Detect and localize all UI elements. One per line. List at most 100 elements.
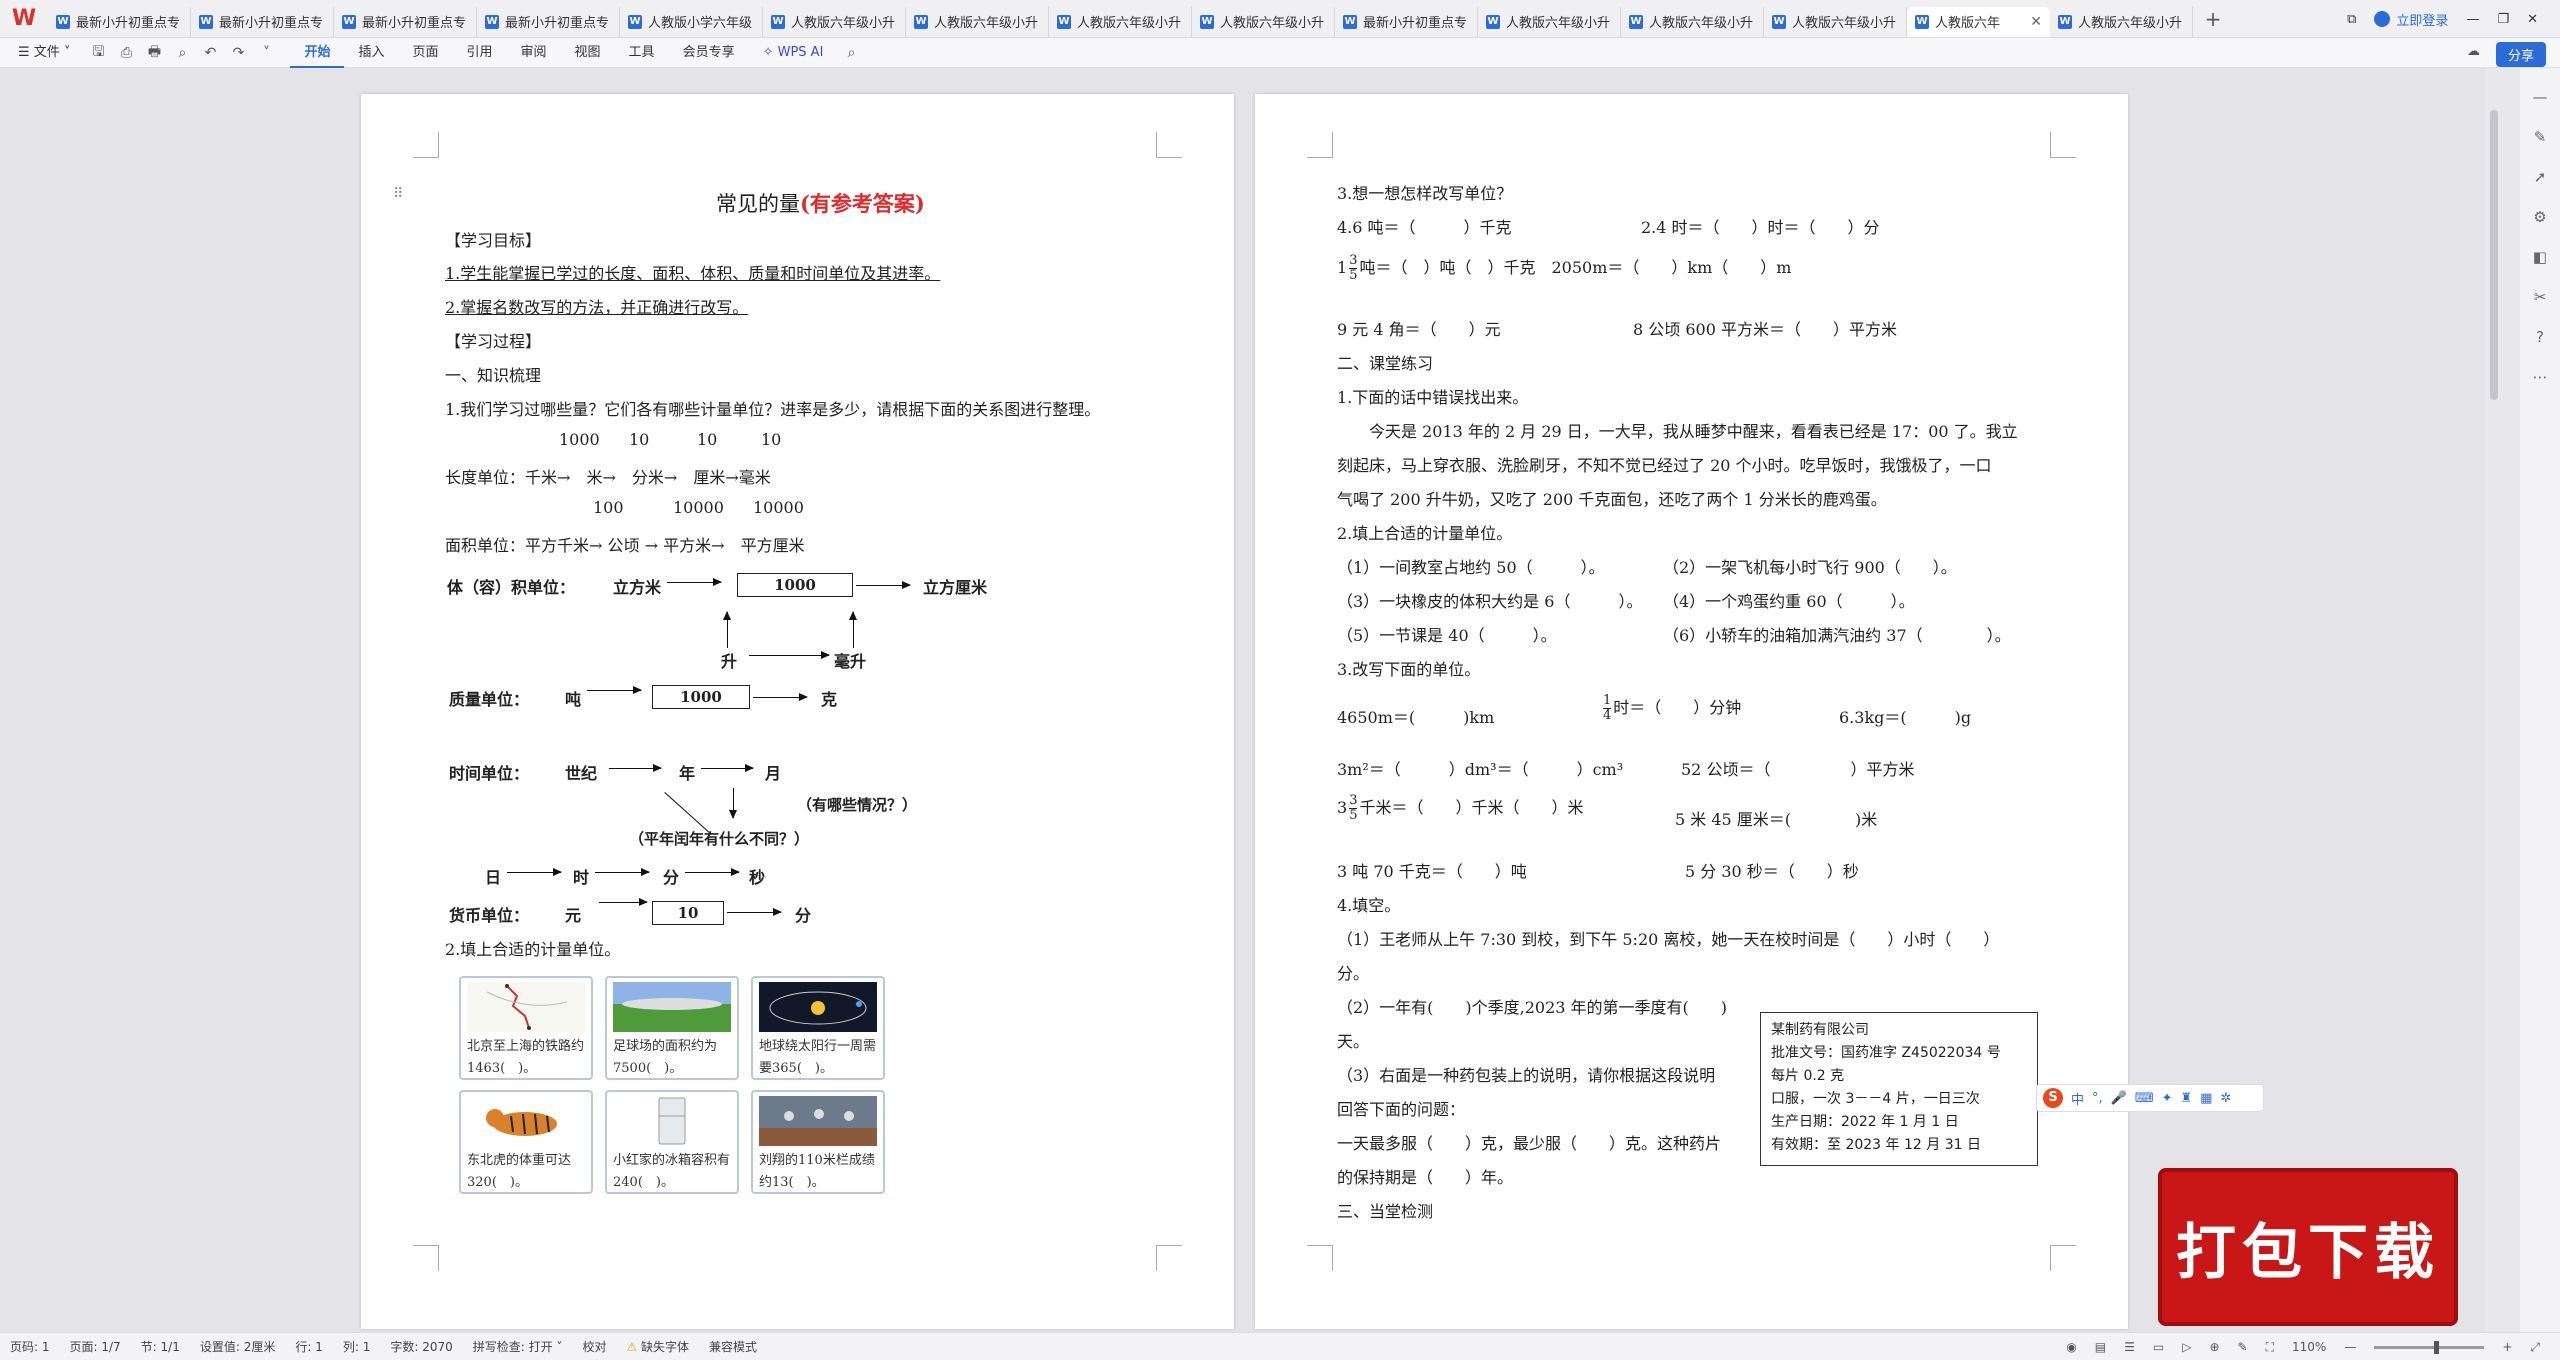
zoom-in-icon[interactable]: + bbox=[2502, 1340, 2512, 1354]
download-banner[interactable]: 打包下载 bbox=[2158, 1168, 2458, 1326]
ribbon-tabs: 开始 插入 页面 引用 审阅 视图 工具 会员专享 bbox=[290, 38, 748, 68]
ribbon-tab[interactable]: 开始 bbox=[290, 38, 345, 68]
question-1: 1.我们学习过哪些量？它们各有哪些计量单位？进率是多少，请根据下面的关系图进行整… bbox=[445, 400, 1101, 419]
word-doc-icon: W bbox=[485, 14, 499, 29]
picture-card: 地球绕太阳行一周需要365( )。 bbox=[751, 976, 885, 1080]
window-layout-icon[interactable]: ⧉ bbox=[2347, 12, 2356, 27]
zoom-slider-handle[interactable] bbox=[2434, 1340, 2440, 1354]
mass-from: 吨 bbox=[565, 690, 582, 709]
collapse-icon[interactable]: — bbox=[2533, 88, 2548, 106]
card-text: 地球绕太阳行一周需要365( )。 bbox=[759, 1039, 877, 1076]
ribbon-tab[interactable]: 引用 bbox=[453, 38, 507, 68]
login-button[interactable]: 立即登录 bbox=[2374, 10, 2448, 29]
write-view-icon[interactable]: ✎ bbox=[2238, 1340, 2248, 1354]
play-icon[interactable]: ▷ bbox=[2182, 1340, 2191, 1354]
time-question-1: （有哪些情况？） bbox=[797, 796, 918, 814]
toolbox-icon[interactable]: ▦ bbox=[2200, 1091, 2212, 1106]
restore-icon[interactable]: ❐ bbox=[2497, 12, 2509, 27]
minimize-icon[interactable]: — bbox=[2466, 12, 2479, 27]
document-tab[interactable]: W 最新小升初重点专 bbox=[477, 6, 620, 37]
print-preview-icon[interactable]: ⌕ bbox=[168, 45, 196, 61]
ime-lang-toggle[interactable]: 中 bbox=[2071, 1089, 2084, 1108]
document-tab[interactable]: W 人教版六年级小升 bbox=[2050, 6, 2193, 37]
document-tab[interactable]: W 人教版六年级小升 bbox=[1764, 6, 1907, 37]
spell-check-toggle[interactable]: 拼写检查: 打开 ˅ bbox=[463, 1338, 573, 1355]
document-tab[interactable]: W 最新小升初重点专 bbox=[1335, 6, 1478, 37]
page-1[interactable]: ⠿ 常见的量(有参考答案) 【学习目标】 1.学生能掌握已学过的长度、面积、体积… bbox=[361, 94, 1234, 1329]
missing-font-button[interactable]: ⚠ 缺失字体 bbox=[616, 1338, 699, 1355]
fraction-denominator: 5 bbox=[1349, 808, 1358, 823]
tools-icon[interactable]: ✂ bbox=[2534, 288, 2547, 306]
goal-1: 1.学生能掌握已学过的长度、面积、体积、质量和时间单位及其进率。 bbox=[445, 264, 941, 283]
zoom-out-icon[interactable]: — bbox=[2344, 1340, 2356, 1354]
outline-view-icon[interactable]: ☰ bbox=[2124, 1340, 2135, 1354]
search-icon[interactable]: ⌕ bbox=[837, 45, 865, 61]
status-page-number[interactable]: 页码: 1 bbox=[0, 1338, 60, 1355]
ribbon-tab[interactable]: 审阅 bbox=[507, 38, 561, 68]
punctuation-icon[interactable]: °, bbox=[2092, 1091, 2103, 1106]
document-tab[interactable]: W 人教版六年级小升 bbox=[1621, 6, 1764, 37]
file-menu[interactable]: ☰ 文件 ˅ bbox=[0, 38, 84, 68]
sogou-icon[interactable]: S bbox=[2043, 1088, 2063, 1108]
undo-icon[interactable]: ↶ bbox=[196, 45, 224, 61]
fit-page-icon[interactable]: ⛶ bbox=[2266, 1340, 2274, 1355]
select-icon[interactable]: ➚ bbox=[2534, 168, 2547, 186]
document-tab[interactable]: W 最新小升初重点专 bbox=[334, 6, 477, 37]
style-icon[interactable]: ◧ bbox=[2533, 248, 2547, 266]
document-tab[interactable]: W 人教版六年 ✕ bbox=[1907, 6, 2050, 37]
close-tab-icon[interactable]: ✕ bbox=[2030, 14, 2042, 30]
game-icon[interactable]: ✦ bbox=[2162, 1091, 2173, 1106]
area-row: 面积单位：平方千米→ 公顷 → 平方米→ 平方厘米 bbox=[445, 536, 805, 555]
vertical-scrollbar[interactable] bbox=[2490, 110, 2498, 400]
settings-icon[interactable]: ✲ bbox=[2220, 1091, 2231, 1106]
ribbon-tab[interactable]: 插入 bbox=[344, 38, 398, 68]
help-icon[interactable]: ? bbox=[2536, 328, 2544, 346]
format-icon[interactable]: ⚙ bbox=[2533, 208, 2546, 226]
web-view-icon[interactable]: ⊕ bbox=[2209, 1340, 2219, 1354]
convert-text: 2050m＝（ ）km（ ）m bbox=[1551, 258, 1792, 277]
document-tab[interactable]: W 最新小升初重点专 bbox=[48, 6, 191, 37]
page-view-icon[interactable]: ▤ bbox=[2095, 1340, 2106, 1354]
status-word-count[interactable]: 字数: 2070 bbox=[380, 1338, 462, 1355]
document-tab[interactable]: W 人教版小学六年级 bbox=[620, 6, 763, 37]
new-tab-button[interactable]: + bbox=[2193, 7, 2233, 31]
ribbon-tab[interactable]: 会员专享 bbox=[669, 38, 749, 68]
skin-icon[interactable]: ♜ bbox=[2181, 1091, 2193, 1106]
export-pdf-icon[interactable]: ⎙ bbox=[112, 45, 140, 61]
ribbon-tab[interactable]: 页面 bbox=[398, 38, 452, 68]
zoom-level[interactable]: 110% bbox=[2292, 1340, 2326, 1354]
cloud-sync-icon[interactable]: ☁ bbox=[2467, 44, 2480, 59]
close-window-icon[interactable]: ✕ bbox=[2527, 12, 2538, 27]
more-chevron-icon[interactable]: ˅ bbox=[252, 45, 280, 61]
status-right: ◉ ▤ ☰ ▭ ▷ ⊕ ✎ ⛶ 110% — + ⤢ bbox=[2066, 1333, 2540, 1360]
print-icon[interactable]: 🖶 bbox=[140, 41, 168, 65]
ime-toolbar[interactable]: S 中 °, 🎤 ⌨ ✦ ♜ ▦ ✲ bbox=[2036, 1084, 2264, 1112]
save-icon[interactable]: 🖫 bbox=[84, 41, 112, 65]
ribbon-tab[interactable]: 工具 bbox=[615, 38, 669, 68]
more-icon[interactable]: ⋯ bbox=[2533, 368, 2548, 386]
document-tab[interactable]: W 人教版六年级小升 bbox=[763, 6, 906, 37]
document-tab[interactable]: W 人教版六年级小升 bbox=[1049, 6, 1192, 37]
fullscreen-icon[interactable]: ⤢ bbox=[2530, 1340, 2540, 1355]
read-view-icon[interactable]: ▭ bbox=[2153, 1340, 2164, 1354]
wps-ai-button[interactable]: ✧ WPS AI bbox=[749, 38, 838, 68]
share-button[interactable]: 分享 bbox=[2495, 42, 2546, 67]
fraction-numerator: 3 bbox=[1349, 793, 1358, 809]
proofread-button[interactable]: 校对 bbox=[572, 1338, 616, 1355]
document-tab[interactable]: W 人教版六年级小升 bbox=[1478, 6, 1621, 37]
document-tab[interactable]: W 最新小升初重点专 bbox=[191, 6, 334, 37]
pen-icon[interactable]: ✎ bbox=[2534, 128, 2547, 146]
document-tab[interactable]: W 人教版六年级小升 bbox=[906, 6, 1049, 37]
status-page-total[interactable]: 页面: 1/7 bbox=[60, 1338, 131, 1355]
arrow bbox=[595, 868, 650, 876]
redo-icon[interactable]: ↷ bbox=[224, 45, 252, 61]
document-tab[interactable]: W 人教版六年级小升 bbox=[1192, 6, 1335, 37]
eye-protect-icon[interactable]: ◉ bbox=[2066, 1340, 2076, 1354]
wps-logo-icon[interactable]: W bbox=[0, 0, 48, 38]
ribbon-tab[interactable]: 视图 bbox=[561, 38, 615, 68]
microphone-icon[interactable]: 🎤 bbox=[2111, 1091, 2127, 1106]
keyboard-icon[interactable]: ⌨ bbox=[2135, 1091, 2154, 1106]
zoom-slider[interactable] bbox=[2374, 1340, 2485, 1354]
word-doc-icon: W bbox=[1057, 14, 1071, 29]
drag-handle-icon[interactable]: ⠿ bbox=[393, 186, 403, 202]
